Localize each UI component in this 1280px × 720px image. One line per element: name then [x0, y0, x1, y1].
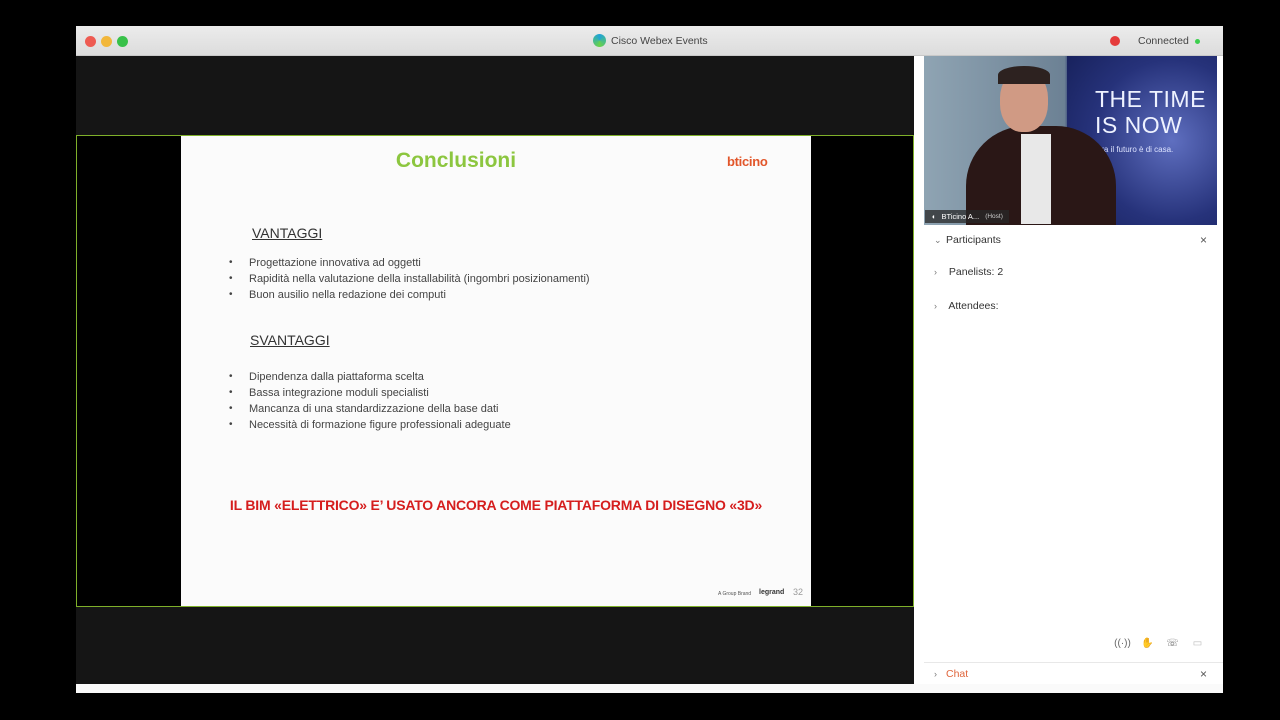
panelists-label: Panelists: 2	[948, 266, 1004, 278]
raise-hand-icon[interactable]: ✋	[1141, 637, 1154, 650]
app-title: Cisco Webex Events	[593, 34, 708, 47]
footer-group-brand: A Group Brand	[718, 591, 752, 597]
disadvantages-heading: SVANTAGGI	[250, 332, 330, 348]
webex-logo-icon	[593, 34, 606, 47]
participants-title: Participants	[946, 234, 1001, 246]
bticino-logo: bticino	[727, 154, 768, 169]
list-item: Dipendenza dalla piattaforma scelta	[229, 369, 511, 385]
list-item: Progettazione innovativa ad oggetti	[229, 255, 590, 271]
speaker-name-tag: ◖ BTicino A... (Host)	[925, 210, 1009, 223]
webex-window: Cisco Webex Events Connected Conclusioni…	[76, 26, 1223, 693]
attendees-label: Attendees:	[948, 300, 999, 312]
legrand-logo: legrand	[759, 589, 785, 596]
close-participants-icon[interactable]: ×	[1200, 233, 1207, 247]
app-title-text: Cisco Webex Events	[611, 34, 708, 47]
chevron-right-icon: ›	[934, 267, 937, 277]
video-banner-text: THE TIME IS NOW	[1095, 86, 1206, 138]
chat-section[interactable]: › Chat ×	[924, 662, 1223, 684]
speaker-video[interactable]: THE TIME IS NOW Ora il futuro è di casa.…	[924, 56, 1217, 225]
recording-indicator-icon	[1110, 36, 1120, 46]
chat-header[interactable]: › Chat	[934, 668, 968, 680]
chat-bubble-icon[interactable]: ▭	[1191, 637, 1204, 650]
video-banner-line1: THE TIME	[1095, 86, 1206, 112]
advantages-heading: VANTAGGI	[252, 225, 323, 241]
chat-label: Chat	[946, 668, 969, 680]
speaker-hair	[998, 66, 1050, 84]
slide-highlight-text: IL BIM «ELETTRICO» E’ USATO ANCORA COME …	[229, 497, 763, 513]
participants-panel: ⌄ Participants × › Panelists: 2 › Attend…	[924, 225, 1223, 684]
speaker-role: (Host)	[985, 213, 1003, 220]
title-bar: Cisco Webex Events Connected	[76, 26, 1223, 56]
window-bottom-edge	[76, 684, 1223, 693]
headset-icon: ◖	[931, 212, 936, 221]
speaker-name: BTicino A...	[941, 212, 980, 221]
close-window-button[interactable]	[85, 36, 96, 47]
chevron-right-icon: ›	[934, 669, 937, 679]
list-item: Rapidità nella valutazione della install…	[229, 271, 590, 287]
maximize-window-button[interactable]	[117, 36, 128, 47]
connection-status: Connected	[1138, 35, 1189, 47]
participants-header[interactable]: ⌄ Participants ×	[924, 225, 1223, 255]
panel-toolbar: ((·)) ✋ ☏ ▭	[1114, 637, 1204, 653]
connection-status-dot-icon	[1195, 39, 1200, 44]
minimize-window-button[interactable]	[101, 36, 112, 47]
video-banner-subtitle: Ora il futuro è di casa.	[1095, 145, 1174, 154]
slide-page-number: 32	[793, 587, 804, 597]
list-item: Bassa integrazione moduli specialisti	[229, 385, 511, 401]
phone-icon[interactable]: ☏	[1166, 637, 1179, 650]
slide-title: Conclusioni	[395, 149, 517, 172]
chevron-right-icon: ›	[934, 301, 937, 311]
speaker-shirt	[1021, 134, 1051, 224]
pane-divider[interactable]	[914, 56, 924, 684]
chevron-down-icon: ⌄	[934, 234, 942, 245]
attendees-group[interactable]: › Attendees:	[934, 300, 999, 312]
advantages-list: Progettazione innovativa ad oggetti Rapi…	[229, 255, 590, 303]
list-item: Buon ausilio nella redazione dei computi	[229, 287, 590, 303]
list-item: Necessità di formazione figure professio…	[229, 417, 511, 433]
audio-broadcast-icon[interactable]: ((·))	[1114, 637, 1131, 650]
content-stage: Conclusioni bticino VANTAGGI Progettazio…	[76, 56, 914, 684]
panelists-group[interactable]: › Panelists: 2	[934, 266, 1003, 278]
presentation-slide: Conclusioni bticino VANTAGGI Progettazio…	[181, 136, 811, 606]
disadvantages-list: Dipendenza dalla piattaforma scelta Bass…	[229, 369, 511, 433]
shared-content-area: Conclusioni bticino VANTAGGI Progettazio…	[76, 135, 914, 607]
close-chat-icon[interactable]: ×	[1200, 667, 1207, 681]
video-banner-line2: IS NOW	[1095, 112, 1183, 138]
list-item: Mancanza di una standardizzazione della …	[229, 401, 511, 417]
